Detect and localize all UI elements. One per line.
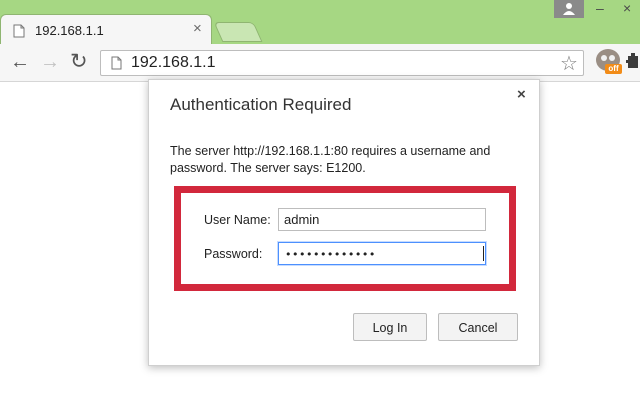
extension-badge: off — [605, 64, 622, 74]
extension-icon[interactable] — [626, 53, 640, 71]
owl-eye-icon — [601, 55, 607, 61]
password-mask: ••••••••••••• — [285, 248, 376, 261]
browser-tab[interactable]: 192.168.1.1 × — [0, 14, 212, 44]
person-icon — [563, 3, 575, 15]
dialog-message: The server http://192.168.1.1:80 require… — [170, 144, 491, 175]
browser-toolbar: ← → ↻ 192.168.1.1 ☆ off — [0, 44, 640, 82]
dialog-close-icon[interactable]: × — [517, 86, 526, 103]
reload-icon[interactable]: ↻ — [70, 51, 88, 72]
tab-title: 192.168.1.1 — [35, 23, 104, 38]
tab-strip: 192.168.1.1 × – × — [0, 0, 640, 44]
user-profile-button[interactable] — [554, 0, 584, 18]
username-field[interactable] — [278, 208, 486, 231]
address-text[interactable]: 192.168.1.1 — [131, 54, 216, 72]
text-caret — [483, 246, 484, 261]
cancel-button[interactable]: Cancel — [438, 313, 518, 341]
dialog-title: Authentication Required — [170, 95, 352, 114]
window-close-icon[interactable]: × — [623, 0, 631, 16]
log-in-button[interactable]: Log In — [353, 313, 427, 341]
credentials-highlight — [174, 186, 516, 291]
page-icon — [13, 24, 25, 38]
new-tab-button[interactable] — [213, 22, 263, 42]
extension-owl-icon[interactable]: off — [596, 49, 622, 75]
username-label: User Name: — [204, 213, 271, 227]
auth-dialog: Authentication Required × The server htt… — [148, 79, 540, 366]
password-label: Password: — [204, 247, 263, 261]
password-field[interactable]: ••••••••••••• — [278, 242, 486, 265]
owl-eye-icon — [609, 55, 615, 61]
tab-close-icon[interactable]: × — [193, 20, 202, 37]
minimize-icon[interactable]: – — [596, 0, 604, 16]
forward-arrow-icon[interactable]: → — [40, 52, 60, 72]
page-icon — [111, 56, 122, 70]
address-bar[interactable]: 192.168.1.1 ☆ — [100, 50, 584, 76]
back-arrow-icon[interactable]: ← — [10, 52, 30, 72]
bookmark-star-icon[interactable]: ☆ — [560, 51, 578, 76]
